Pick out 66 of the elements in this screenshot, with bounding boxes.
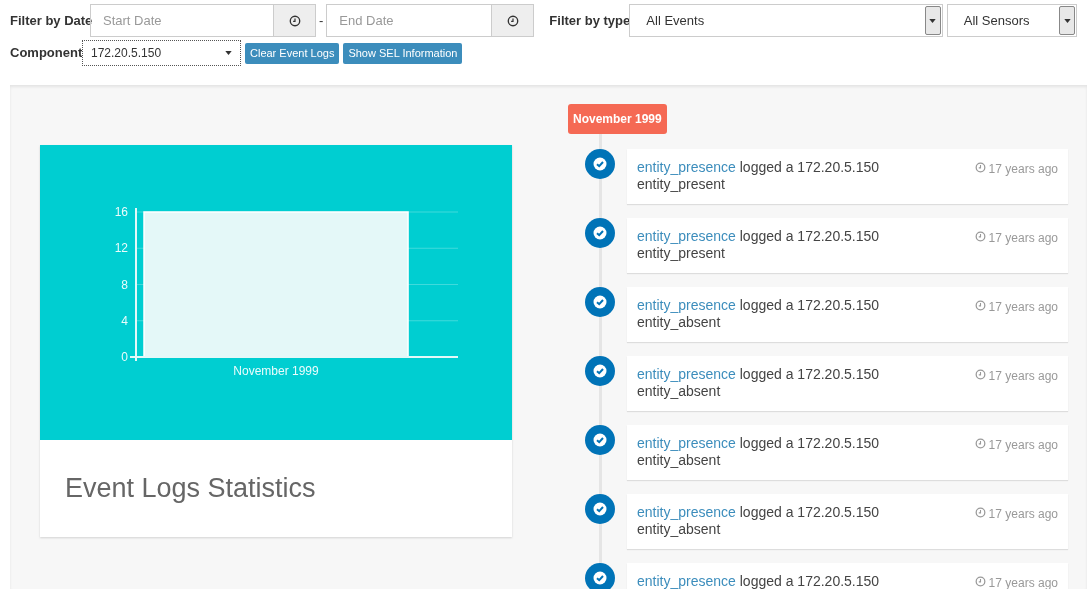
event-text: entity_presence logged a 172.20.5.150 xyxy=(637,435,880,452)
clock-icon xyxy=(974,576,986,587)
check-circle-icon xyxy=(585,494,615,524)
event-time: 17 years ago xyxy=(988,575,1058,589)
y-tick-label: 12 xyxy=(114,241,128,256)
check-circle-icon xyxy=(585,149,615,179)
caret-icon xyxy=(1063,18,1071,23)
event-type-select[interactable]: All Events xyxy=(629,4,943,37)
clock-icon xyxy=(288,14,301,27)
sensor-select[interactable]: All Sensors xyxy=(946,4,1077,37)
start-date-field[interactable]: Start Date xyxy=(90,4,274,37)
clock-icon xyxy=(974,162,986,173)
event-detail: entity_absent xyxy=(637,521,722,538)
event-text: entity_presence logged a 172.20.5.150 xyxy=(637,366,880,383)
clock-icon xyxy=(974,507,986,518)
check-circle-icon xyxy=(585,425,615,455)
y-tick-label: 0 xyxy=(121,350,128,364)
event-text: entity_presence logged a 172.20.5.150 xyxy=(637,573,880,589)
event-detail: entity_present xyxy=(637,245,726,262)
event-detail: entity_absent xyxy=(637,383,722,400)
event-text: entity_presence logged a 172.20.5.150 xyxy=(637,297,880,314)
clock-icon xyxy=(974,231,986,242)
action-button[interactable]: Clear Event Logs xyxy=(245,42,340,64)
event-time: 17 years ago xyxy=(988,161,1058,178)
action-button[interactable]: Show SEL Information xyxy=(343,42,463,64)
y-tick-label: 8 xyxy=(121,277,128,292)
event-detail: entity_present xyxy=(637,176,726,193)
filter-label: Filter by Date xyxy=(10,11,90,30)
event-text: entity_presence logged a 172.20.5.150 xyxy=(637,504,880,521)
clock-icon xyxy=(974,300,986,311)
filter-label: Filter by type xyxy=(549,11,630,30)
check-circle-icon xyxy=(585,218,615,248)
clock-icon xyxy=(506,14,519,27)
source-link[interactable]: entity_presence xyxy=(637,297,736,313)
event-detail: entity_absent xyxy=(637,452,722,469)
source-link[interactable]: entity_presence xyxy=(637,228,736,244)
component-select[interactable]: 172.20.5.150 xyxy=(82,40,241,66)
event-time: 17 years ago xyxy=(988,299,1058,316)
y-tick-label: 16 xyxy=(114,205,128,219)
source-link[interactable]: entity_presence xyxy=(637,159,736,175)
clock-button[interactable] xyxy=(492,4,535,37)
source-link[interactable]: entity_presence xyxy=(637,504,736,520)
source-link[interactable]: entity_presence xyxy=(637,573,736,589)
date-separator: - xyxy=(319,11,324,30)
check-circle-icon xyxy=(585,356,615,386)
source-link[interactable]: entity_presence xyxy=(637,435,736,451)
event-time: 17 years ago xyxy=(988,230,1058,247)
event-time: 17 years ago xyxy=(988,368,1058,385)
event-time: 17 years ago xyxy=(988,437,1058,454)
caret-icon xyxy=(225,51,232,55)
card-title: Event Logs Statistics xyxy=(65,472,316,506)
event-time: 17 years ago xyxy=(988,506,1058,523)
caret-icon xyxy=(929,18,937,23)
event-text: entity_presence logged a 172.20.5.150 xyxy=(637,159,880,176)
event-text: entity_presence logged a 172.20.5.150 xyxy=(637,228,880,245)
event-detail: entity_absent xyxy=(637,314,722,331)
clock-icon xyxy=(974,438,986,449)
check-circle-icon xyxy=(585,287,615,317)
end-date-field[interactable]: End Date xyxy=(326,4,493,37)
clock-button[interactable] xyxy=(274,4,316,37)
y-tick-label: 4 xyxy=(121,313,128,328)
clock-icon xyxy=(974,369,986,380)
source-link[interactable]: entity_presence xyxy=(637,366,736,382)
filter-label: Component xyxy=(10,44,82,63)
x-tick-label: November 1999 xyxy=(233,364,319,378)
month-badge: November 1999 xyxy=(568,104,667,134)
